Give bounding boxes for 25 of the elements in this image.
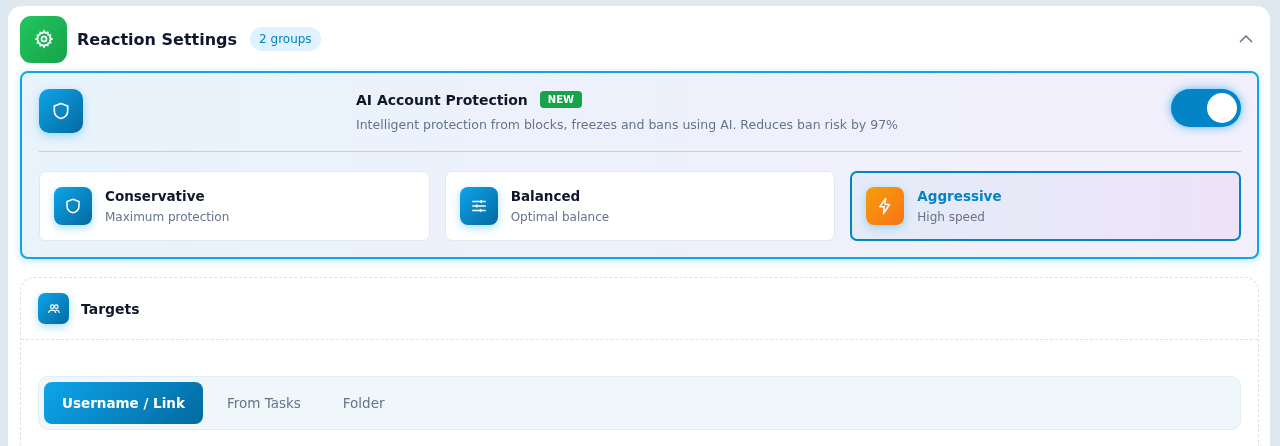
lightning-icon: [866, 187, 905, 225]
shield-icon: [54, 187, 92, 225]
users-icon: [38, 293, 69, 324]
sliders-icon: [459, 187, 498, 225]
mode-title: Balanced: [510, 188, 582, 204]
shield-icon: [39, 89, 83, 133]
mode-subtitle: Maximum protection: [105, 210, 230, 224]
toggle-switch[interactable]: [1171, 89, 1241, 127]
section-title: Reaction Settings: [77, 29, 238, 49]
targets-title: Targets: [81, 300, 140, 317]
mode-option[interactable]: Aggressive High speed: [850, 171, 1241, 241]
protection-description: Intelligent protection from blocks, freezes and bans using AI. Reduces ban risk by 97%: [356, 117, 898, 132]
new-tag: NEW: [539, 91, 583, 108]
mode-option[interactable]: Balanced Optimal balance: [444, 171, 836, 241]
mode-option[interactable]: Conservative Maximum protection: [39, 171, 430, 241]
mode-subtitle: High speed: [917, 210, 986, 224]
tab[interactable]: Username / Link: [44, 382, 203, 424]
protection-title: AI Account Protection: [356, 91, 528, 108]
gear-icon: [20, 15, 67, 63]
tab[interactable]: From Tasks: [208, 382, 319, 424]
mode-subtitle: Optimal balance: [510, 210, 610, 224]
mode-title: Conservative: [105, 188, 206, 204]
mode-title: Aggressive: [917, 188, 1002, 204]
group-count-badge: 2 groups: [250, 27, 321, 51]
tab[interactable]: Folder: [324, 382, 403, 424]
